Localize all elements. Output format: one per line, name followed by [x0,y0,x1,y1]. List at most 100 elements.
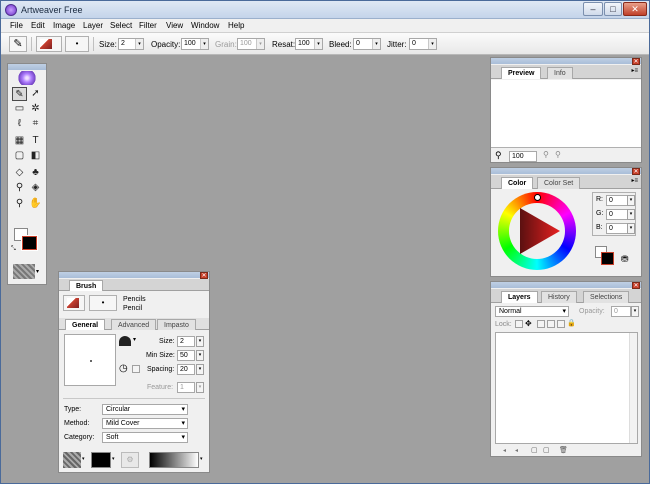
swap-colors-icon[interactable]: ⤡ [11,246,16,253]
tab-info[interactable]: Info [547,67,573,79]
brush-size-input[interactable]: 2 [177,336,195,347]
tab-impasto[interactable]: Impasto [157,319,196,330]
pattern-dropdown-icon[interactable]: ▾ [112,456,115,462]
preview-zoom-input[interactable]: 100 [509,151,537,162]
panel-menu-icon[interactable]: ▸≡ [631,67,638,74]
size-spinner-icon[interactable]: ▾ [135,39,143,49]
paper-texture-button[interactable] [63,452,81,468]
current-tool-pencil-icon[interactable]: ✎ [9,36,27,52]
eyedropper-icon[interactable]: ⚲ [12,181,27,195]
menu-file[interactable]: File [10,21,23,30]
close-button[interactable]: ✕ [623,2,647,16]
brush-size-spinner-icon[interactable]: ▾ [196,336,204,347]
resat-spinner-icon[interactable]: ▾ [314,39,322,49]
tab-brush[interactable]: Brush [69,280,104,291]
shape-tool-icon[interactable]: ▢ [12,149,27,163]
jitter-input[interactable]: 0 ▾ [409,38,437,50]
hue-handle[interactable] [534,194,541,201]
brush-close-icon[interactable]: ✕ [200,272,208,279]
saturation-triangle[interactable] [516,206,562,256]
opacity-input[interactable]: 100 ▾ [181,38,209,50]
layers-close-icon[interactable]: ✕ [632,282,640,289]
layer-opacity-spinner-icon[interactable]: ▾ [631,306,639,317]
lock-transparency-checkbox[interactable] [515,320,523,328]
blend-mode-select[interactable]: Normal [495,306,569,317]
nozzle-button[interactable]: ⚙ [121,452,139,468]
new-layer-icon[interactable]: ▢ [531,446,538,454]
menu-help[interactable]: Help [228,21,244,30]
tab-preview[interactable]: Preview [501,67,542,79]
g-spinner-icon[interactable]: ▾ [627,209,635,220]
brush-preset-button[interactable] [36,36,62,52]
maximize-button[interactable]: □ [604,2,622,16]
tools-palette-header[interactable] [8,64,46,70]
gradient-dropdown-icon[interactable]: ▾ [200,456,203,462]
perspective-icon[interactable]: ▦ [12,134,27,148]
crop-icon[interactable]: ⌗ [28,117,43,131]
feature-spinner-icon[interactable]: ▾ [196,382,204,393]
tab-general[interactable]: General [65,319,106,330]
minimize-button[interactable]: – [583,2,603,16]
brush-category-button[interactable] [63,295,85,311]
category-select[interactable]: Soft [102,432,188,443]
feature-input[interactable]: 1 [177,382,195,393]
opacity-spinner-icon[interactable]: ▾ [200,39,208,49]
preview-panel-header[interactable] [491,58,641,64]
paper-dropdown-icon[interactable]: ▾ [36,268,39,275]
tab-layers[interactable]: Layers [501,291,538,303]
color-close-icon[interactable]: ✕ [632,168,640,175]
gradient-tool-icon[interactable]: ◧ [28,149,43,163]
hand-tool-icon[interactable]: ✋ [28,197,43,211]
r-input[interactable]: 0 [606,195,628,206]
layers-panel-header[interactable] [491,282,641,288]
layers-scrollbar[interactable] [629,333,637,443]
brush-profile-dropdown-icon[interactable]: ▾ [133,336,136,343]
paper-texture-swatch[interactable] [13,264,35,279]
move-tool-icon[interactable]: ➚ [28,87,43,101]
rectangle-select-icon[interactable]: ▭ [12,102,27,116]
preview-close-icon[interactable]: ✕ [632,58,640,65]
menu-layer[interactable]: Layer [83,21,103,30]
menu-image[interactable]: Image [53,21,75,30]
foreground-color-swatch[interactable] [21,235,38,251]
type-select[interactable]: Circular [102,404,188,415]
spacing-checkbox[interactable] [132,365,140,373]
lasso-icon[interactable]: ℓ [12,117,27,131]
spacing-spinner-icon[interactable]: ▾ [196,364,204,375]
magic-wand-icon[interactable]: ✲ [28,102,43,116]
layer-mask-icon[interactable]: ▢ [543,446,550,454]
lock-pixels-checkbox[interactable] [547,320,555,328]
grain-spinner-icon[interactable]: ▾ [256,39,264,49]
menu-select[interactable]: Select [110,21,132,30]
lock-all-checkbox[interactable] [557,320,565,328]
menu-filter[interactable]: Filter [139,21,157,30]
brush-shape-button[interactable]: • [65,36,89,52]
size-input[interactable]: 2 ▾ [118,38,144,50]
gradient-button[interactable] [149,452,199,468]
eraser-icon[interactable]: ◇ [12,166,27,180]
menu-edit[interactable]: Edit [31,21,45,30]
min-size-spinner-icon[interactable]: ▾ [196,350,204,361]
text-tool-icon[interactable]: T [28,134,43,148]
menu-view[interactable]: View [166,21,183,30]
b-spinner-icon[interactable]: ▾ [627,223,635,234]
bleed-spinner-icon[interactable]: ▾ [372,39,380,49]
spacing-input[interactable]: 20 [177,364,195,375]
layer-style-icon[interactable]: ◂ [515,447,518,454]
brush-profile-icon[interactable] [119,336,131,346]
panel-menu-icon[interactable]: ▸≡ [631,177,638,184]
tab-selections[interactable]: Selections [583,291,630,303]
paper-texture-dropdown-icon[interactable]: ▾ [82,456,85,462]
jitter-spinner-icon[interactable]: ▾ [428,39,436,49]
color-wheel[interactable] [498,192,576,270]
pencil-tool-icon[interactable]: ✎ [12,87,27,101]
bleed-input[interactable]: 0 ▾ [353,38,381,50]
zoom-out-icon[interactable]: ⚲ [543,150,549,159]
grain-input[interactable]: 100 ▾ [237,38,265,50]
menu-window[interactable]: Window [191,21,219,30]
g-input[interactable]: 0 [606,209,628,220]
layer-opacity-input[interactable]: 0 [611,306,631,317]
tab-color[interactable]: Color [501,177,534,189]
pattern-button[interactable] [91,452,111,468]
resat-input[interactable]: 100 ▾ [295,38,323,50]
